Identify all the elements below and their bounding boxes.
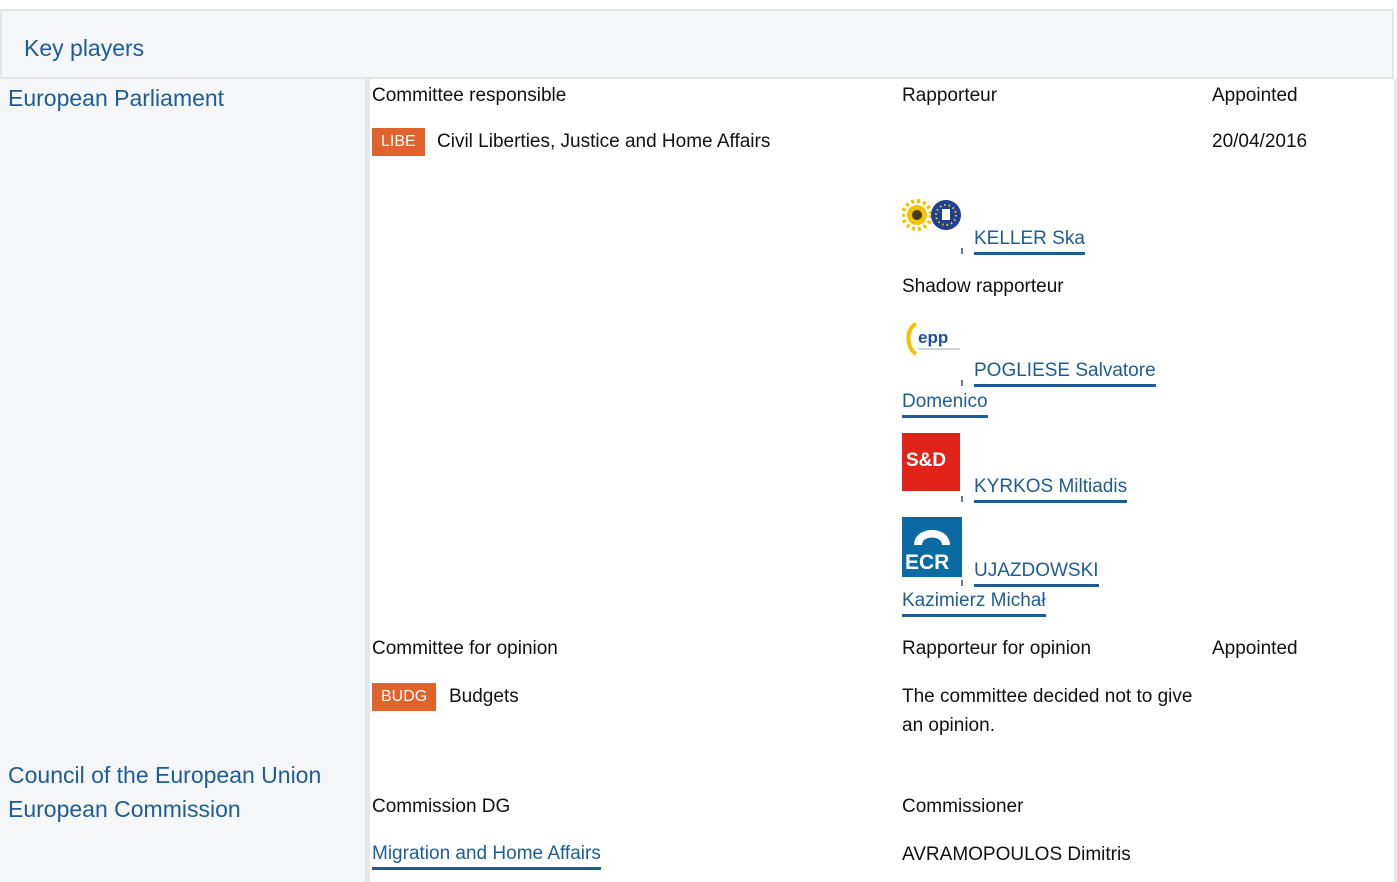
col-committee-responsible: Committee responsible: [372, 85, 567, 106]
shadow-link-kyrkos[interactable]: KYRKOS Miltiadis: [974, 474, 1128, 503]
col-commissioner: Commissioner: [902, 796, 1024, 817]
rapporteur-link-keller[interactable]: KELLER Ska: [974, 226, 1085, 255]
epp-logo-text: epp: [918, 328, 948, 347]
logo-marker: [961, 496, 963, 502]
opinion-committee-name: Budgets: [449, 686, 519, 707]
col-committee-opinion: Committee for opinion: [372, 638, 558, 659]
opinion-note: The committee decided not to give an opi…: [902, 686, 1193, 736]
logo-marker: [961, 248, 963, 254]
epp-logo-icon: epp: [902, 320, 962, 358]
institution-council: Council of the European Union: [8, 762, 322, 788]
col-appointed-opinion: Appointed: [1212, 638, 1298, 659]
ecr-logo-text: ECR: [905, 551, 950, 574]
column-divider: [365, 79, 370, 882]
section-header: Key players: [0, 9, 1394, 79]
sd-logo-icon: S&D: [902, 433, 960, 491]
logo-marker: [961, 380, 963, 386]
institution-commission: European Commission: [8, 796, 241, 822]
committee-badge-libe: LIBE: [372, 128, 425, 156]
col-rapporteur: Rapporteur: [902, 85, 998, 106]
col-appointed: Appointed: [1212, 85, 1298, 106]
col-rapporteur-opinion: Rapporteur for opinion: [902, 638, 1092, 659]
key-players-section: Key players European Parliament Council …: [0, 0, 1397, 882]
committee-name: Civil Liberties, Justice and Home Affair…: [437, 131, 771, 152]
logo-marker: [961, 580, 963, 586]
appointed-date: 20/04/2016: [1212, 131, 1308, 152]
committee-badge-budg: BUDG: [372, 683, 437, 711]
institution-european-parliament: European Parliament: [8, 85, 225, 111]
shadow-rapporteur-label: Shadow rapporteur: [902, 276, 1064, 297]
commissioner-name: AVRAMOPOULOS Dimitris: [902, 844, 1131, 865]
commission-dg-link[interactable]: Migration and Home Affairs: [372, 841, 601, 870]
sd-logo-text: S&D: [906, 450, 947, 471]
shadow-link-ujazdowski-line2[interactable]: Kazimierz Michał: [902, 588, 1046, 617]
shadow-link-ujazdowski-line1[interactable]: UJAZDOWSKI: [974, 558, 1099, 587]
section-title: Key players: [24, 35, 145, 61]
ecr-logo-icon: ECR: [902, 517, 962, 577]
col-commission-dg: Commission DG: [372, 796, 511, 817]
shadow-link-pogliese-line1[interactable]: POGLIESE Salvatore: [974, 358, 1156, 387]
greens-efa-logo-icon: [902, 198, 964, 234]
shadow-link-pogliese-line2[interactable]: Domenico: [902, 389, 988, 418]
